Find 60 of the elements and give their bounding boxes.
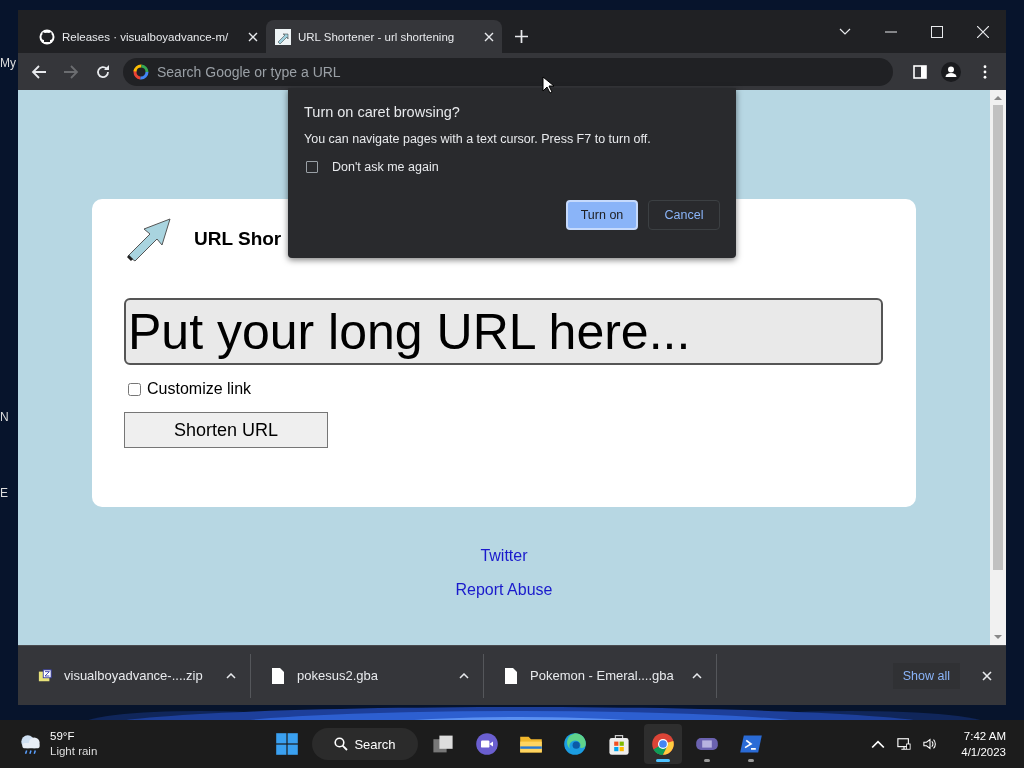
file-icon xyxy=(271,667,285,684)
desktop-icon-label: My xyxy=(0,56,16,70)
checkbox-label: Customize link xyxy=(147,380,252,398)
scrollbar[interactable] xyxy=(990,90,1006,645)
download-item[interactable]: pokesus2.gba xyxy=(251,653,484,698)
download-item[interactable]: visualboyadvance-....zip xyxy=(18,653,251,698)
address-bar[interactable]: Search Google or type a URL xyxy=(123,57,893,86)
browser-tab[interactable]: URL Shortener - url shortening xyxy=(266,20,502,53)
browser-tab[interactable]: Releases · visualboyadvance-m/ xyxy=(30,20,266,53)
desktop-icon-label: N xyxy=(0,410,9,424)
search-icon xyxy=(334,737,349,751)
dialog-button[interactable]: Turn on xyxy=(566,200,638,230)
close-icon[interactable] xyxy=(982,670,992,681)
speaker-icon[interactable] xyxy=(923,737,938,751)
close-icon[interactable] xyxy=(977,26,989,38)
back-arrow-icon[interactable] xyxy=(31,63,47,80)
profile-icon[interactable] xyxy=(941,61,961,82)
close-icon[interactable] xyxy=(484,31,494,42)
edge-browser-icon xyxy=(563,732,587,756)
archive-file-icon xyxy=(38,667,52,684)
checkbox-label: Don't ask me again xyxy=(332,160,439,174)
dialog-button[interactable]: Cancel xyxy=(648,200,720,230)
chrome-icon xyxy=(651,732,675,756)
new-tab-icon[interactable] xyxy=(515,30,528,43)
maximize-icon[interactable] xyxy=(931,26,943,38)
shorten-url-button[interactable]: Shorten URL xyxy=(124,412,328,448)
scroll-down-icon[interactable] xyxy=(994,635,1002,640)
checkbox[interactable] xyxy=(128,382,141,396)
reload-icon[interactable] xyxy=(95,63,111,80)
checkbox[interactable] xyxy=(306,161,318,173)
store-bag-icon xyxy=(607,732,631,756)
taskbar-app[interactable] xyxy=(644,724,682,764)
desktop-icon-label: E xyxy=(0,486,8,500)
windows-logo-icon xyxy=(275,732,299,756)
temperature: 59°F xyxy=(50,729,76,744)
weather-condition: Light rain xyxy=(50,744,98,759)
video-chat-icon xyxy=(475,732,499,756)
scroll-up-icon[interactable] xyxy=(994,95,1002,100)
side-panel-icon[interactable] xyxy=(913,64,927,79)
file-icon xyxy=(504,667,518,684)
dialog-message: You can navigate pages with a text cursor. Press F7 to turn off. xyxy=(304,132,652,146)
footer-link[interactable]: Twitter xyxy=(480,547,528,565)
search-button[interactable]: Search xyxy=(312,728,418,760)
google-g-icon xyxy=(133,63,149,80)
caret-up-icon[interactable] xyxy=(226,672,236,679)
footer-link[interactable]: Report Abuse xyxy=(455,581,553,599)
mouse-pointer-icon xyxy=(542,76,554,94)
dialog-title: Turn on caret browsing? xyxy=(304,104,461,120)
show-all-button[interactable]: Show all xyxy=(892,662,960,689)
network-icon[interactable] xyxy=(897,737,912,751)
close-icon[interactable] xyxy=(248,31,258,42)
arrow-logo-icon xyxy=(124,216,172,262)
download-item[interactable]: Pokemon - Emeral....gba xyxy=(484,653,717,698)
arrow-thumbnail-icon xyxy=(275,28,291,45)
url-input-field[interactable]: Put your long URL here... xyxy=(124,298,883,365)
caret-up-icon[interactable] xyxy=(459,672,469,679)
site-title: URL Shor xyxy=(194,228,282,250)
caret-up-icon[interactable] xyxy=(692,672,702,679)
clock[interactable]: 7:42 AM 4/1/2023 xyxy=(961,728,1006,760)
menu-icon[interactable] xyxy=(983,64,987,79)
